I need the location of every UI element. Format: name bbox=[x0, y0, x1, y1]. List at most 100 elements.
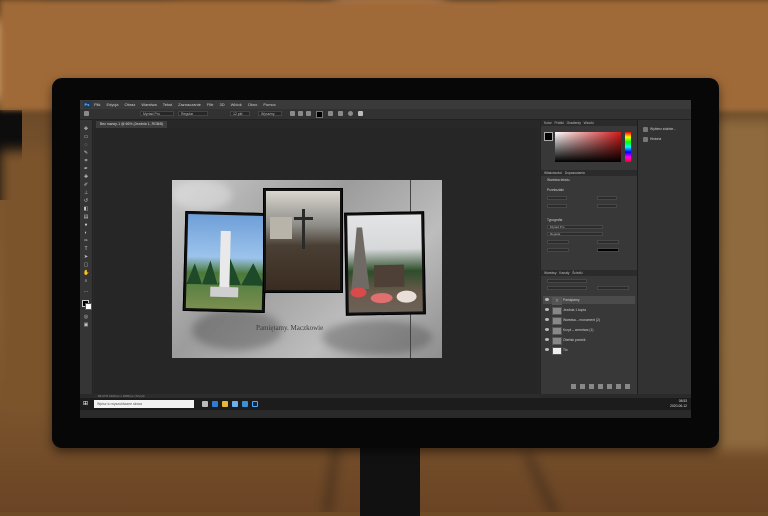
color-swatch[interactable] bbox=[544, 132, 553, 141]
menu-item[interactable]: Okno bbox=[248, 102, 258, 107]
layer-row[interactable]: Krzyż – cmentarz (1) bbox=[543, 326, 635, 335]
eye-icon[interactable] bbox=[545, 298, 549, 301]
screen-mode-icon[interactable]: ▣ bbox=[83, 322, 89, 328]
photoshop-taskbar-icon[interactable] bbox=[252, 401, 258, 407]
lasso-tool-icon[interactable]: ◌ bbox=[83, 142, 89, 148]
align-right-icon[interactable] bbox=[306, 111, 311, 116]
transform-h-field[interactable] bbox=[597, 196, 617, 200]
quick-mask-icon[interactable]: ◎ bbox=[83, 314, 89, 320]
layer-row[interactable]: T Pamiętamy bbox=[543, 296, 635, 305]
caption-text[interactable]: Pamiętamy. Maczkowie bbox=[256, 324, 323, 332]
background-color-swatch[interactable] bbox=[85, 303, 92, 310]
mail-icon[interactable] bbox=[242, 401, 248, 407]
tab-gradients[interactable]: Gradienty bbox=[567, 121, 581, 125]
history-brush-icon[interactable]: ↺ bbox=[83, 198, 89, 204]
trash-icon[interactable] bbox=[625, 384, 630, 389]
eraser-tool-icon[interactable]: ◧ bbox=[83, 206, 89, 212]
menu-item[interactable]: Obraz bbox=[124, 102, 135, 107]
healing-tool-icon[interactable]: ✚ bbox=[83, 174, 89, 180]
gradient-tool-icon[interactable]: ▤ bbox=[83, 214, 89, 220]
antialias-select[interactable]: Wyraźny bbox=[258, 111, 282, 116]
menu-item[interactable]: Zaznaczanie bbox=[178, 102, 201, 107]
menu-item[interactable]: Widok bbox=[231, 102, 242, 107]
typography-style-select[interactable]: Regular bbox=[547, 232, 603, 236]
ps-logo-icon[interactable]: Ps bbox=[83, 101, 91, 108]
section-typography[interactable]: Typografia bbox=[547, 218, 562, 222]
store-icon[interactable] bbox=[232, 401, 238, 407]
layer-row[interactable]: Warstwa – monument (2) bbox=[543, 316, 635, 325]
link-layers-icon[interactable] bbox=[571, 384, 576, 389]
typography-leading-field[interactable] bbox=[597, 240, 619, 244]
blend-mode-select[interactable] bbox=[547, 286, 587, 290]
clock[interactable]: 08:53 2020-06-12 bbox=[670, 399, 687, 409]
menu-item[interactable]: 3D bbox=[220, 102, 225, 107]
layer-row[interactable]: Jezdnia 1 kopia bbox=[543, 306, 635, 315]
font-family-select[interactable]: Myriad Pro bbox=[140, 111, 174, 116]
adjustment-icon[interactable] bbox=[598, 384, 603, 389]
windows-start-icon[interactable]: ⊞ bbox=[83, 401, 89, 407]
typography-size-field[interactable] bbox=[547, 240, 569, 244]
tab-channels[interactable]: Kanały bbox=[559, 271, 569, 275]
type-tool-icon[interactable] bbox=[84, 111, 89, 116]
eye-icon[interactable] bbox=[545, 318, 549, 321]
eye-icon[interactable] bbox=[545, 328, 549, 331]
shape-tool-icon[interactable]: ▢ bbox=[83, 262, 89, 268]
eye-icon[interactable] bbox=[545, 348, 549, 351]
transform-y-field[interactable] bbox=[597, 204, 617, 208]
typography-font-select[interactable]: Myriad Pro bbox=[547, 225, 603, 229]
tab-paths[interactable]: Ścieżki bbox=[572, 271, 582, 275]
typography-tracking-field[interactable] bbox=[547, 248, 569, 252]
layer-row[interactable]: Obelisk pomnik bbox=[543, 336, 635, 345]
stamp-tool-icon[interactable]: ⊥ bbox=[83, 190, 89, 196]
menu-item[interactable]: Pomoc bbox=[263, 102, 275, 107]
color-picker-field[interactable] bbox=[555, 132, 621, 162]
quick-select-tool-icon[interactable]: ✎ bbox=[83, 150, 89, 156]
eye-icon[interactable] bbox=[545, 338, 549, 341]
tab-properties[interactable]: Właściwości bbox=[544, 171, 562, 175]
menu-item[interactable]: Warstwa bbox=[141, 102, 156, 107]
photo-obelisk[interactable] bbox=[344, 211, 426, 316]
hue-slider[interactable] bbox=[625, 132, 631, 162]
folder-icon[interactable] bbox=[607, 384, 612, 389]
pen-tool-icon[interactable]: ✑ bbox=[83, 238, 89, 244]
edge-icon[interactable] bbox=[212, 401, 218, 407]
brush-tool-icon[interactable]: ✐ bbox=[83, 182, 89, 188]
marquee-tool-icon[interactable]: ▭ bbox=[83, 134, 89, 140]
move-tool-icon[interactable]: ✥ bbox=[83, 126, 89, 132]
transform-x-field[interactable] bbox=[547, 204, 567, 208]
hand-tool-icon[interactable]: ✋ bbox=[83, 270, 89, 276]
tab-patterns[interactable]: Wzorki bbox=[584, 121, 594, 125]
opacity-field[interactable] bbox=[597, 286, 629, 290]
font-size-select[interactable]: 12 pkt bbox=[230, 111, 250, 116]
document-canvas[interactable]: Pamiętamy. Maczkowie bbox=[172, 180, 442, 358]
menu-item[interactable]: Tekst bbox=[163, 102, 172, 107]
section-transform[interactable]: Przekształć bbox=[547, 188, 564, 192]
warp-text-icon[interactable] bbox=[328, 111, 333, 116]
type-tool-icon[interactable]: T bbox=[83, 246, 89, 252]
layer-row[interactable]: Tło bbox=[543, 346, 635, 355]
fx-icon[interactable] bbox=[580, 384, 585, 389]
path-select-tool-icon[interactable]: ➤ bbox=[83, 254, 89, 260]
tab-adjustments[interactable]: Dopasowania bbox=[565, 171, 585, 175]
zoom-tool-icon[interactable]: ⌕ bbox=[83, 278, 89, 284]
eye-icon[interactable] bbox=[545, 308, 549, 311]
menu-item[interactable]: Filtr bbox=[207, 102, 214, 107]
file-explorer-icon[interactable] bbox=[222, 401, 228, 407]
eyedropper-tool-icon[interactable]: ✒ bbox=[83, 166, 89, 172]
taskbar-search-input[interactable]: Wpisz tu wyszukiwane słowa bbox=[94, 400, 194, 408]
typography-color-field[interactable] bbox=[597, 248, 619, 252]
character-panel-icon[interactable] bbox=[338, 111, 343, 116]
more-tools-icon[interactable]: … bbox=[83, 288, 89, 294]
layer-filter-select[interactable] bbox=[547, 279, 587, 283]
dodge-tool-icon[interactable]: ◐ bbox=[83, 230, 89, 236]
commit-check-icon[interactable] bbox=[358, 111, 363, 116]
tab-layers[interactable]: Warstwy bbox=[544, 271, 557, 275]
tab-swatches[interactable]: Próbki bbox=[554, 121, 563, 125]
document-tab[interactable]: Bez nazwy-1 @ 66% (Jezdnia 1, RGB/8) bbox=[96, 121, 168, 128]
menu-item[interactable]: Edycja bbox=[106, 102, 118, 107]
tab-color[interactable]: Kolor bbox=[544, 121, 552, 125]
side-item-history[interactable]: Historia bbox=[641, 136, 689, 143]
align-left-icon[interactable] bbox=[290, 111, 295, 116]
text-color-swatch[interactable] bbox=[316, 111, 323, 118]
canvas-area[interactable]: Pamiętamy. Maczkowie bbox=[94, 128, 539, 394]
